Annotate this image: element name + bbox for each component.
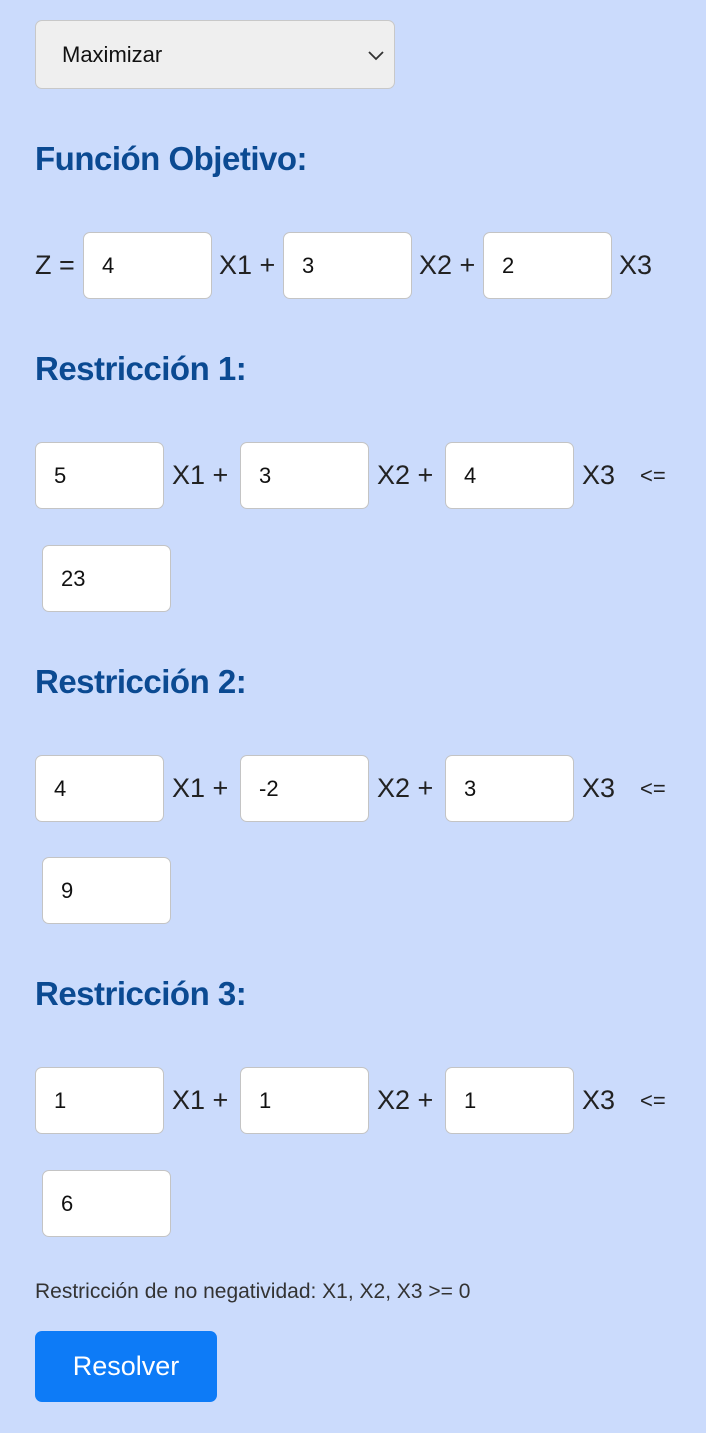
restriction-2-coef-x1-input[interactable]: 4 <box>35 755 164 822</box>
resolver-button-label: Resolver <box>72 1351 180 1381</box>
objective-coef-x1-input[interactable]: 4 <box>83 232 212 299</box>
restriction-2-term-x2: X2 + <box>377 773 434 803</box>
z-label: Z = <box>35 250 75 280</box>
objective-term-x2: X2 + <box>419 250 476 280</box>
restriction-1-coef-x2-input[interactable]: 3 <box>240 442 369 509</box>
objective-coef-x3-input[interactable]: 2 <box>483 232 612 299</box>
restriction-3-heading: Restricción 3: <box>35 975 247 1012</box>
objective-coef-x2-input[interactable]: 3 <box>283 232 412 299</box>
restriction-3-coef-x3-input[interactable]: 1 <box>445 1067 574 1134</box>
restriction-2-term-x1: X1 + <box>172 773 229 803</box>
restriction-2-term-x3: X3 <box>582 773 616 803</box>
restriction-3-term-x1: X1 + <box>172 1085 229 1115</box>
objective-term-x1: X1 + <box>219 250 276 280</box>
objective-heading: Función Objetivo: <box>35 140 307 177</box>
restriction-1-operator: <= <box>640 463 666 488</box>
nonnegativity-note: Restricción de no negatividad: X1, X2, X… <box>35 1280 471 1303</box>
restriction-1-coef-x1-input[interactable]: 5 <box>35 442 164 509</box>
restriction-3-operator: <= <box>640 1088 666 1113</box>
restriction-3-rhs-input[interactable]: 6 <box>42 1170 171 1237</box>
restriction-1-term-x1: X1 + <box>172 460 229 490</box>
chevron-down-icon <box>368 51 384 61</box>
restriction-3-term-x3: X3 <box>582 1085 616 1115</box>
restriction-2-operator: <= <box>640 776 666 801</box>
restriction-3-coef-x2-input[interactable]: 1 <box>240 1067 369 1134</box>
restriction-2-heading: Restricción 2: <box>35 663 247 700</box>
optimization-type-value: Maximizar <box>62 41 163 67</box>
restriction-1-heading: Restricción 1: <box>35 350 247 387</box>
restriction-1-term-x2: X2 + <box>377 460 434 490</box>
restriction-1-coef-x3-input[interactable]: 4 <box>445 442 574 509</box>
restriction-3-term-x2: X2 + <box>377 1085 434 1115</box>
restriction-1-rhs-input[interactable]: 23 <box>42 545 171 612</box>
restriction-2-rhs-input[interactable]: 9 <box>42 857 171 924</box>
restriction-2-coef-x2-input[interactable]: -2 <box>240 755 369 822</box>
optimization-type-select[interactable]: Maximizar <box>35 20 395 89</box>
restriction-1-term-x3: X3 <box>582 460 616 490</box>
restriction-2-coef-x3-input[interactable]: 3 <box>445 755 574 822</box>
objective-term-x3: X3 <box>619 250 653 280</box>
restriction-3-coef-x1-input[interactable]: 1 <box>35 1067 164 1134</box>
resolver-button[interactable]: Resolver <box>35 1331 217 1402</box>
